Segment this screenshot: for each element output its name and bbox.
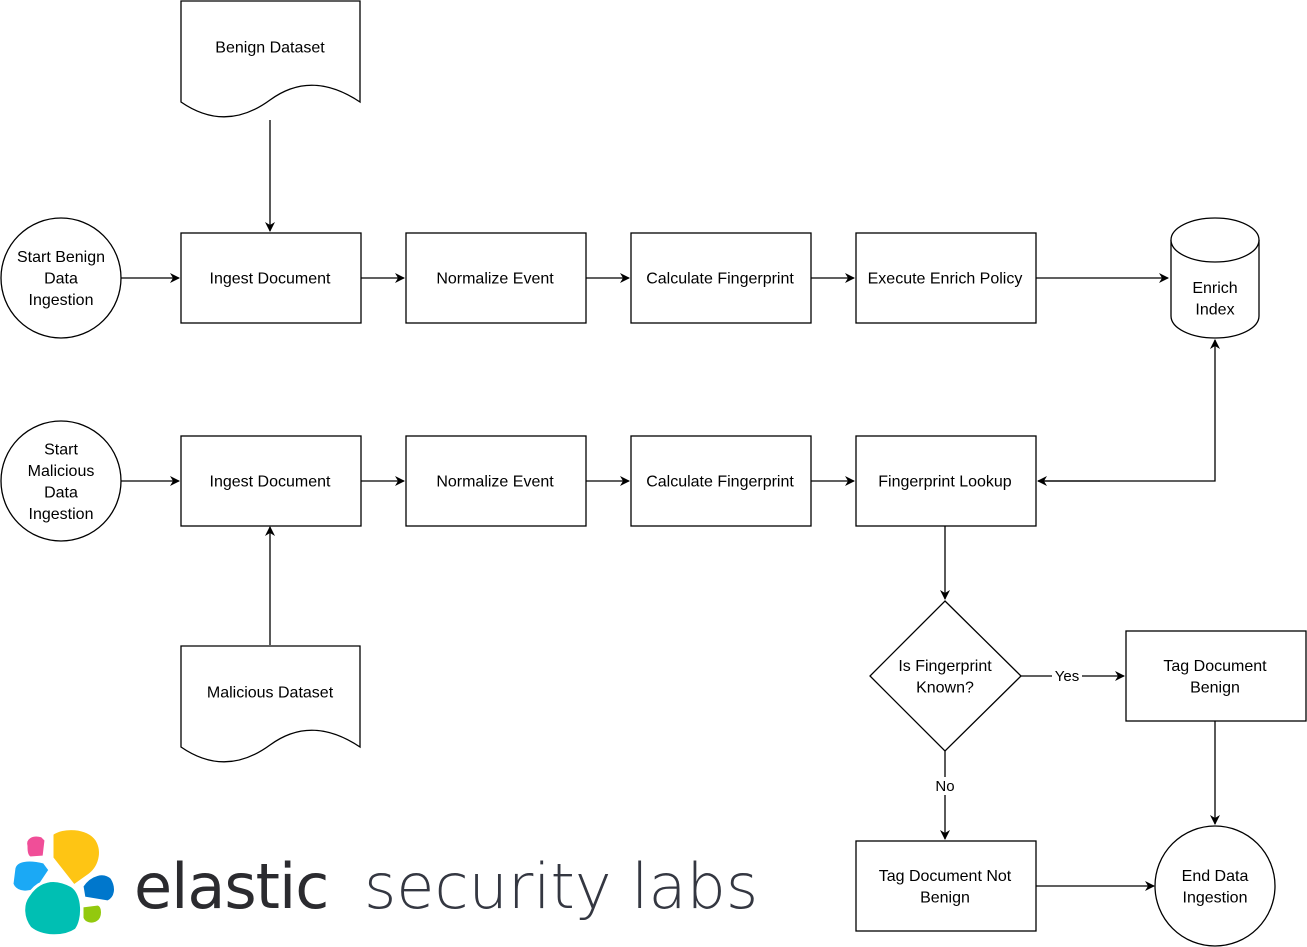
end-label: Ingestion	[1183, 889, 1248, 906]
elastic-logo: elastic security labs	[10, 827, 758, 938]
ingest-1-label: Ingest Document	[210, 271, 332, 288]
edge-lookup-index-bidirectional	[1038, 339, 1220, 482]
flowchart: Yes No Start Benign Data Ingestion Benign D…	[0, 0, 1307, 947]
malicious-dataset-label: Malicious Dataset	[207, 685, 334, 702]
tag-document-benign-node[interactable]	[1125, 630, 1307, 722]
elastic-cluster-icon	[10, 827, 117, 938]
start-malicious-label: Data	[44, 484, 78, 501]
start-malicious-label: Ingestion	[29, 506, 94, 523]
enrich-index-label: Index	[1195, 301, 1234, 318]
normalize-2-label: Normalize Event	[436, 474, 554, 491]
benign-dataset-label: Benign Dataset	[215, 40, 325, 57]
end-label: End Data	[1182, 868, 1249, 885]
enrich-policy-label: Execute Enrich Policy	[868, 271, 1023, 288]
tag-benign-label: Benign	[1190, 679, 1240, 696]
tag-not-benign-label: Benign	[920, 889, 970, 906]
tag-document-not-benign-node[interactable]	[855, 840, 1037, 932]
logo-brand-text: elastic	[134, 850, 328, 923]
start-malicious-node[interactable]	[0, 420, 122, 542]
edge-label-yes: Yes	[1055, 668, 1079, 685]
end-node[interactable]	[1154, 825, 1276, 947]
fingerprint-1-label: Calculate Fingerprint	[646, 271, 794, 288]
fingerprint-2-label: Calculate Fingerprint	[646, 474, 794, 491]
fingerprint-lookup-label: Fingerprint Lookup	[878, 474, 1012, 491]
decision-node[interactable]	[869, 600, 1022, 752]
enrich-index-node[interactable]	[1170, 217, 1260, 339]
tag-not-benign-label: Tag Document Not	[879, 868, 1012, 885]
malicious-dataset-node[interactable]	[180, 645, 361, 763]
normalize-1-label: Normalize Event	[436, 271, 554, 288]
start-benign-label: Start Benign	[17, 249, 105, 266]
start-malicious-label: Malicious	[28, 463, 95, 480]
enrich-index-label: Enrich	[1192, 280, 1237, 297]
start-malicious-label: Start	[44, 441, 78, 458]
ingest-2-label: Ingest Document	[210, 474, 332, 491]
benign-dataset-node[interactable]	[180, 0, 361, 118]
decision-label: Known?	[916, 679, 974, 696]
decision-label: Is Fingerprint	[898, 658, 992, 675]
start-benign-label: Data	[44, 271, 78, 288]
start-benign-label: Ingestion	[29, 292, 94, 309]
edge-label-no: No	[935, 778, 954, 795]
logo-product-text: security labs	[364, 850, 758, 923]
tag-benign-label: Tag Document	[1163, 658, 1267, 675]
